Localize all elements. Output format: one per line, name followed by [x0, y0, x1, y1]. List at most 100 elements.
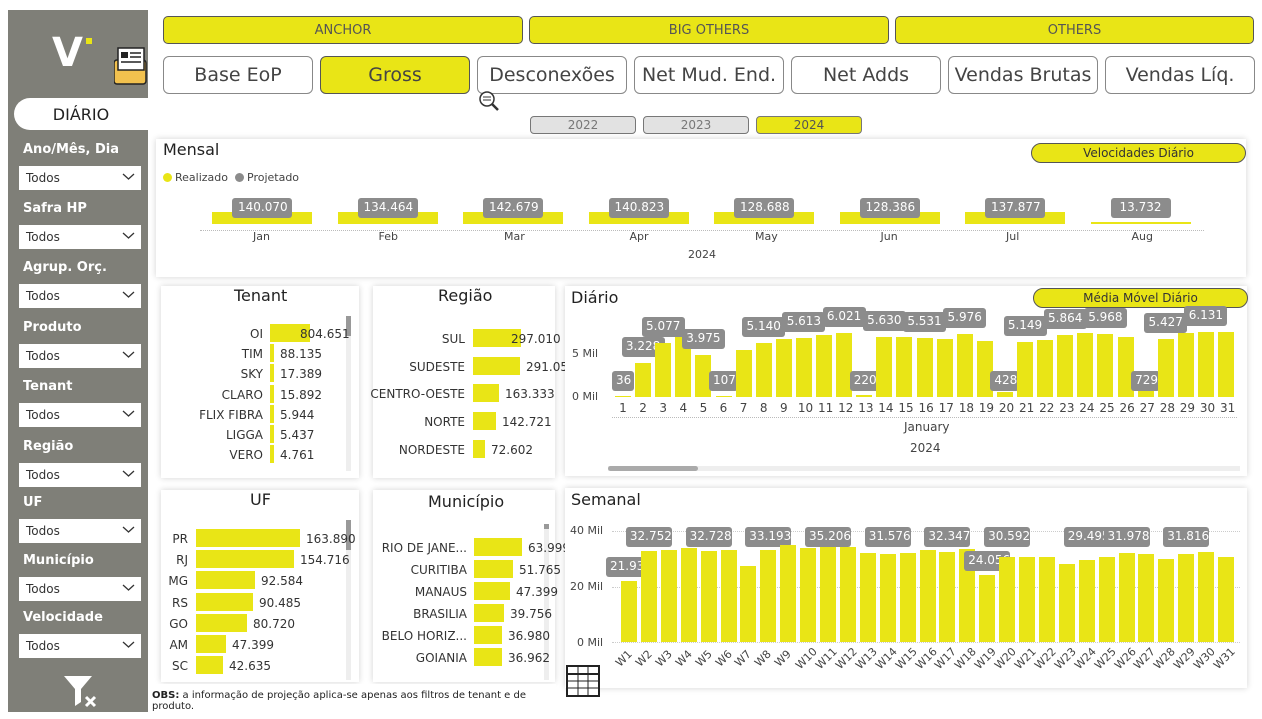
municipio-row-value: 36.980 — [508, 629, 550, 643]
semanal-bar — [859, 553, 876, 642]
tenant-row-value: 17.389 — [280, 367, 322, 382]
metric-button-net-adds[interactable]: Net Adds — [791, 56, 941, 94]
mensal-title: Mensal — [163, 140, 220, 159]
diario-bar — [735, 350, 752, 397]
semanal-bar — [1058, 564, 1075, 642]
uf-row-value: 154.716 — [300, 553, 350, 568]
diario-value-label: 729 — [1131, 371, 1161, 391]
tenant-row-value: 88.135 — [280, 347, 322, 362]
semanal-value-label: 32.728 — [685, 527, 732, 547]
regiao-bar — [473, 384, 499, 403]
velocidades-diario-button[interactable]: Velocidades Diário — [1031, 143, 1246, 163]
regiao-row-label: SUL — [441, 332, 465, 346]
obs-label: OBS: — [152, 690, 180, 701]
year-button-2022[interactable]: 2022 — [530, 116, 636, 134]
folder-report-icon[interactable] — [114, 46, 148, 86]
search-data-icon[interactable] — [478, 90, 500, 112]
municipio-row-label: CURITIBA — [410, 563, 467, 577]
semanal-value-label: 33.193 — [745, 527, 792, 547]
uf-row-label: RJ — [176, 553, 188, 568]
diario-axis-divider — [612, 417, 1237, 418]
regiao-bar — [473, 412, 496, 431]
filter-select-produto[interactable]: Todos — [19, 344, 141, 368]
tenant-row-value: 15.892 — [280, 387, 322, 402]
table-view-icon[interactable] — [566, 664, 600, 698]
uf-bar — [196, 635, 226, 653]
filter-label-produto: Produto — [23, 320, 82, 335]
semanal-bar — [740, 565, 757, 642]
chevron-down-icon — [122, 173, 135, 180]
year-button-2024[interactable]: 2024 — [756, 116, 862, 134]
segment-button-anchor[interactable]: ANCHOR — [163, 16, 523, 44]
filter-label-uf: UF — [23, 495, 43, 510]
diario-mode-button[interactable]: DIÁRIO — [14, 98, 148, 130]
municipio-row-value: 39.756 — [510, 607, 552, 621]
media-movel-diario-button[interactable]: Média Móvel Diário — [1033, 288, 1248, 308]
uf-row-value: 92.584 — [261, 574, 303, 589]
metric-button-gross[interactable]: Gross — [320, 56, 470, 94]
diario-xtick: 21 — [1019, 401, 1035, 415]
diario-hscrollbar[interactable] — [608, 466, 1240, 471]
semanal-value-label: 31.816 — [1163, 527, 1210, 547]
uf-title: UF — [250, 490, 271, 509]
tenant-row-value: 5.944 — [280, 407, 315, 422]
diario-bar — [1057, 334, 1074, 397]
diario-bar — [615, 396, 631, 397]
diario-bar — [635, 362, 652, 397]
diario-bar — [1218, 332, 1234, 397]
filter-select-safra-hp[interactable]: Todos — [19, 225, 141, 249]
metric-button-vendas-brutas[interactable]: Vendas Brutas — [948, 56, 1098, 94]
regiao-bar — [473, 356, 520, 375]
diario-value-label: 5.976 — [943, 307, 987, 328]
semanal-bar — [1078, 560, 1095, 642]
diario-xtick: 7 — [739, 401, 748, 415]
segment-button-big-others[interactable]: BIG OTHERS — [529, 16, 889, 44]
filter-select-regi-o[interactable]: Todos — [19, 463, 141, 487]
mensal-month-label: May — [755, 230, 778, 243]
diario-xtick: 8 — [759, 401, 768, 415]
year-button-2023[interactable]: 2023 — [643, 116, 749, 134]
segment-button-others[interactable]: OTHERS — [895, 16, 1254, 44]
filter-select-value: Todos — [26, 582, 60, 596]
municipio-row-value: 36.962 — [508, 651, 550, 665]
obs-text: a informação de projeção aplica-se apena… — [152, 690, 526, 712]
municipio-title: Município — [428, 492, 505, 511]
semanal-value-label: 35.206 — [805, 527, 851, 547]
diario-bar — [1177, 333, 1194, 397]
filter-select-ano-m-s-dia[interactable]: Todos — [19, 166, 141, 190]
diario-bar — [1197, 332, 1214, 397]
metric-button-net-mud-end[interactable]: Net Mud. End. — [634, 56, 784, 94]
diario-value-label: 36 — [612, 371, 634, 391]
regiao-row-value: 142.721 — [502, 415, 552, 430]
metric-button-desconexoes[interactable]: Desconexões — [477, 56, 627, 94]
mensal-month-label: Jun — [880, 230, 898, 243]
clear-filters-icon[interactable] — [62, 672, 98, 708]
diario-bar — [655, 343, 672, 397]
diario-bar — [1037, 339, 1054, 397]
metric-button-vendas-liq[interactable]: Vendas Líq. — [1105, 56, 1255, 94]
mensal-year-label: 2024 — [688, 248, 716, 261]
chevron-down-icon — [122, 470, 135, 477]
municipio-row-label: BELO HORIZ... — [381, 629, 467, 643]
semanal-ytick-40mil: 40 Mil — [570, 524, 604, 537]
semanal-bar — [820, 544, 836, 642]
semanal-bar — [780, 545, 797, 642]
filter-select-agrup-or[interactable]: Todos — [19, 284, 141, 308]
semanal-value-label: 31.576 — [864, 527, 911, 547]
diario-bar — [996, 392, 1013, 397]
diario-bar — [956, 333, 973, 397]
semanal-value-label: 31.978 — [1103, 527, 1150, 547]
diario-value-label: 6.021 — [822, 307, 866, 328]
metric-button-base-eop[interactable]: Base EoP — [163, 56, 313, 94]
filter-label-agrup-or: Agrup. Orç. — [23, 260, 107, 275]
filter-select-tenant[interactable]: Todos — [19, 403, 141, 427]
regiao-bar — [473, 439, 485, 458]
mensal-value-label: 140.823 — [608, 198, 669, 218]
diario-value-label: 3.975 — [681, 328, 725, 349]
diario-bar — [775, 339, 792, 397]
municipio-row-value: 51.765 — [519, 563, 561, 577]
regiao-row-label: SUDESTE — [409, 359, 465, 374]
uf-row-label: SC — [172, 659, 188, 674]
semanal-value-label: 32.347 — [924, 527, 971, 547]
tenant-bar — [270, 404, 274, 423]
